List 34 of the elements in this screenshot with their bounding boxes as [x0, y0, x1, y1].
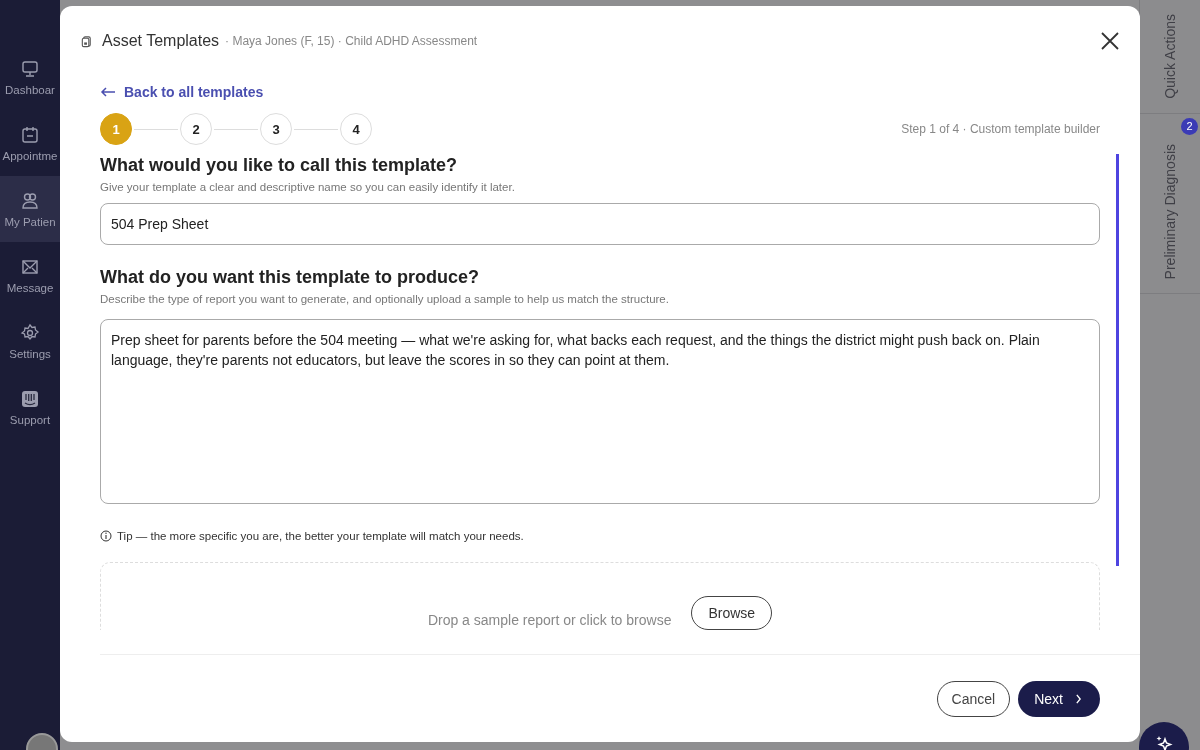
cancel-button[interactable]: Cancel	[936, 680, 1011, 717]
help-text: Give your template a clear and descriptive name so you can easily identify it later.	[100, 181, 516, 193]
count-badge: 2	[1181, 117, 1198, 135]
step-indicator: 1	[100, 113, 132, 145]
people-icon	[20, 190, 40, 211]
documents-icon	[80, 34, 93, 48]
sidebar-item[interactable]: Dashboar	[0, 44, 60, 110]
sparkle-icon	[1154, 734, 1174, 750]
browse-button[interactable]: Browse	[691, 596, 773, 630]
sidebar-item[interactable]: Support	[0, 374, 60, 440]
template-name-field[interactable]: 504 Prep Sheet	[100, 203, 1100, 245]
sidebar-item[interactable]: Settings	[0, 308, 60, 374]
sidebar-item[interactable]: Appointme	[0, 110, 60, 176]
calendar-icon	[20, 124, 40, 145]
sidebar-item[interactable]: Message	[0, 242, 60, 308]
section-heading: What do you want this template to produce?	[100, 267, 480, 288]
dialog-subtitle: · Maya Jones (F, 15) · Child ADHD Assessment	[225, 34, 478, 48]
support-icon	[20, 388, 40, 409]
section-heading: What would you like to call this template?	[100, 155, 459, 176]
dialog-title: Asset Templates	[102, 32, 220, 50]
next-button[interactable]: Next	[1018, 680, 1100, 717]
dropzone-text: Drop a sample report or click to browse	[427, 612, 672, 628]
scrollbar-thumb[interactable]	[1116, 154, 1119, 566]
back-link[interactable]: Back to all templates	[100, 84, 264, 100]
monitor-icon	[20, 58, 40, 79]
left-arrow-icon	[100, 87, 116, 97]
description-field[interactable]: Prep sheet for parents before the 504 meeting — what we're asking for, what backs each request, and the things the district might push back on. Plain language, they're parents not educators, but leave the scores in so they can point at them.	[100, 319, 1100, 504]
help-text: Describe the type of report you want to generate, and optionally upload a sample to help us match the structure.	[100, 293, 670, 305]
info-icon	[100, 530, 112, 542]
chevron-right-icon	[1075, 693, 1082, 704]
tip-text: Tip — the more specific you are, the better your template will match your needs.	[117, 530, 524, 542]
sidebar-item[interactable]: My Patien	[0, 176, 60, 242]
upload-dropzone[interactable]: Drop a sample report or click to browse Browse	[100, 562, 1100, 630]
step-caption: Step 1 of 4 · Custom template builder	[901, 122, 1100, 136]
